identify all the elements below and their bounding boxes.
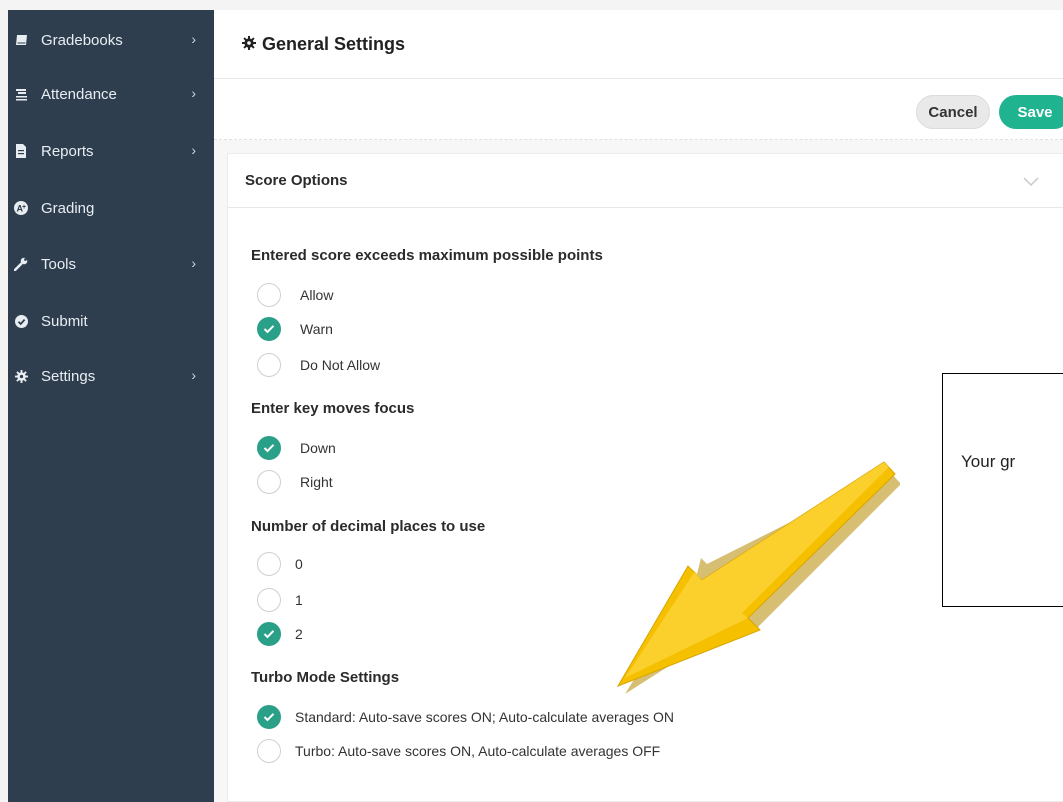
- radio-label: 0: [295, 556, 303, 572]
- radio-label: Right: [300, 474, 333, 490]
- wrench-icon: [14, 257, 28, 271]
- sidebar-item-label: Gradebooks: [41, 31, 123, 49]
- grade-badge-icon: A +: [14, 201, 28, 215]
- sidebar-item-submit[interactable]: Submit: [8, 301, 214, 341]
- chevron-right-icon: ›: [191, 85, 196, 101]
- radio-label: Warn: [300, 321, 333, 337]
- chevron-right-icon: ›: [191, 255, 196, 271]
- radio-label: 1: [295, 592, 303, 608]
- annotation-callout: Your gr: [942, 373, 1063, 607]
- radio-button-checked[interactable]: [257, 436, 281, 460]
- cancel-button[interactable]: Cancel: [916, 95, 990, 129]
- checkmark-icon: [263, 444, 275, 453]
- radio-option-0[interactable]: 0: [257, 551, 303, 577]
- sidebar-item-tools[interactable]: Tools ›: [8, 244, 214, 284]
- radio-button[interactable]: [257, 283, 281, 307]
- section-label-score-exceeds: Entered score exceeds maximum possible p…: [251, 247, 603, 264]
- radio-option-do-not-allow[interactable]: Do Not Allow: [257, 352, 380, 378]
- sidebar: Gradebooks › Attendance › Reports › A + G…: [8, 10, 214, 802]
- panel-title: Score Options: [245, 172, 348, 189]
- radio-button-checked[interactable]: [257, 705, 281, 729]
- save-button[interactable]: Save: [999, 95, 1063, 129]
- callout-text: Your gr: [961, 452, 1016, 471]
- sidebar-item-label: Reports: [41, 142, 94, 160]
- sidebar-item-label: Settings: [41, 367, 96, 385]
- radio-button[interactable]: [257, 588, 281, 612]
- gear-icon: [14, 369, 28, 383]
- radio-label: 2: [295, 626, 303, 642]
- sidebar-item-grading[interactable]: A + Grading: [8, 188, 214, 228]
- radio-option-right[interactable]: Right: [257, 469, 333, 495]
- panel-header[interactable]: Score Options: [228, 154, 1063, 208]
- action-bar: Cancel Save: [214, 79, 1063, 140]
- radio-label: Do Not Allow: [300, 357, 381, 373]
- radio-label: Turbo: Auto-save scores ON, Auto-calcula…: [295, 743, 661, 759]
- gear-icon: [242, 34, 262, 55]
- radio-button[interactable]: [257, 552, 281, 576]
- radio-button[interactable]: [257, 470, 281, 494]
- radio-option-warn[interactable]: Warn: [257, 316, 333, 342]
- section-label-decimal-places: Number of decimal places to use: [251, 518, 486, 535]
- chevron-right-icon: ›: [191, 31, 196, 47]
- book-icon: [14, 33, 28, 47]
- section-label-turbo-mode: Turbo Mode Settings: [251, 669, 400, 686]
- checkmark-icon: [263, 630, 275, 639]
- checkmark-icon: [263, 713, 275, 722]
- attendance-icon: [14, 87, 28, 101]
- page-header: General Settings: [214, 10, 1063, 79]
- sidebar-item-attendance[interactable]: Attendance ›: [8, 74, 214, 114]
- checkmark-icon: [263, 325, 275, 334]
- radio-label: Standard: Auto-save scores ON; Auto-calc…: [295, 709, 674, 725]
- radio-option-2[interactable]: 2: [257, 621, 303, 647]
- radio-button-checked[interactable]: [257, 317, 281, 341]
- section-label-enter-key: Enter key moves focus: [251, 400, 415, 417]
- radio-label: Allow: [300, 287, 334, 303]
- annotation-arrow-icon: [616, 461, 900, 694]
- check-circle-icon: [14, 314, 28, 328]
- document-icon: [14, 144, 28, 158]
- sidebar-item-label: Attendance: [41, 85, 117, 103]
- sidebar-item-gradebooks[interactable]: Gradebooks ›: [8, 20, 214, 60]
- chevron-right-icon: ›: [191, 142, 196, 158]
- radio-button[interactable]: [257, 353, 281, 377]
- radio-button[interactable]: [257, 739, 281, 763]
- page-title-text: General Settings: [262, 33, 406, 54]
- radio-option-down[interactable]: Down: [257, 435, 336, 461]
- chevron-right-icon: ›: [191, 367, 196, 383]
- window-left-edge: [0, 0, 8, 802]
- sidebar-item-settings[interactable]: Settings ›: [8, 356, 214, 396]
- svg-text:+: +: [22, 204, 26, 211]
- radio-option-turbo[interactable]: Turbo: Auto-save scores ON, Auto-calcula…: [257, 738, 660, 764]
- sidebar-item-label: Tools: [41, 255, 77, 273]
- sidebar-item-label: Submit: [41, 312, 88, 330]
- page-title: General Settings: [242, 34, 405, 55]
- radio-label: Down: [300, 440, 336, 456]
- radio-option-allow[interactable]: Allow: [257, 282, 333, 308]
- sidebar-item-reports[interactable]: Reports ›: [8, 131, 214, 171]
- radio-button-checked[interactable]: [257, 622, 281, 646]
- radio-option-1[interactable]: 1: [257, 587, 303, 613]
- sidebar-item-label: Grading: [41, 199, 95, 217]
- window-top-edge: [0, 0, 1063, 10]
- chevron-down-icon[interactable]: [1023, 174, 1039, 192]
